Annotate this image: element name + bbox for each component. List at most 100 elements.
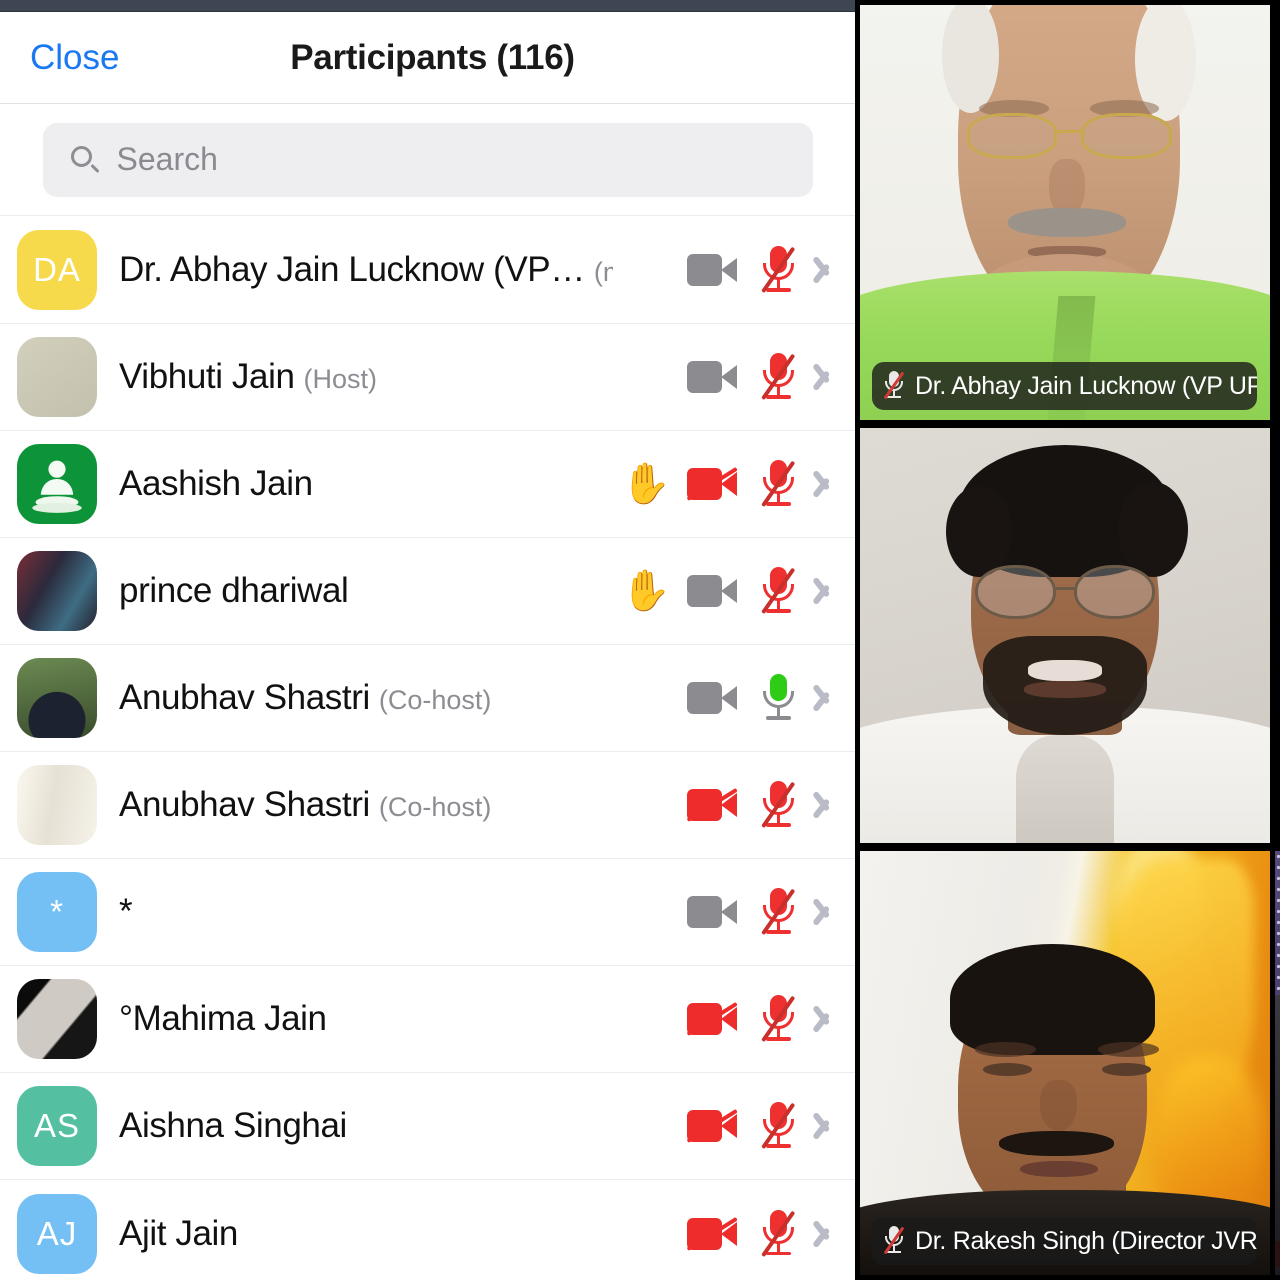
search-placeholder: Search — [116, 141, 218, 177]
camera-icon[interactable] — [687, 682, 737, 714]
mic-icon[interactable] — [758, 567, 798, 615]
mic-icon[interactable] — [758, 995, 798, 1043]
mic-slot[interactable] — [745, 995, 811, 1043]
zoom-meeting-screen: Close Participants (116) Search DA Dr. Ab… — [0, 0, 1280, 1280]
mic-icon[interactable] — [758, 888, 798, 936]
participant-name: prince dhariwal — [119, 571, 349, 610]
chevron-right-icon[interactable] — [817, 1215, 839, 1253]
search-bar-container: Search — [0, 104, 855, 216]
mic-icon[interactable] — [758, 1209, 798, 1258]
chevron-right-icon[interactable] — [817, 786, 839, 824]
mic-icon[interactable] — [758, 674, 798, 722]
mic-icon[interactable] — [758, 246, 798, 294]
mic-muted-icon — [882, 371, 906, 401]
mic-slot[interactable] — [745, 1102, 811, 1150]
mic-slot[interactable] — [745, 888, 811, 936]
chevron-right-icon[interactable] — [817, 1000, 839, 1038]
participant-row[interactable]: Anubhav Shastri (Co-host) — [0, 752, 855, 859]
video-feed — [1275, 851, 1280, 1275]
video-participant-name: Dr. Abhay Jain Lucknow (VP UP… — [915, 371, 1258, 400]
mic-slot[interactable] — [745, 353, 811, 401]
search-input[interactable]: Search — [42, 122, 813, 197]
participant-row[interactable]: AS Aishna Singhai — [0, 1073, 855, 1180]
participant-name-block: Vibhuti Jain (Host) — [119, 357, 613, 397]
camera-icon[interactable] — [686, 1108, 738, 1143]
mic-icon[interactable] — [758, 1102, 798, 1150]
camera-slot[interactable] — [679, 361, 745, 393]
row-icons — [613, 353, 855, 401]
chevron-right-icon[interactable] — [817, 893, 839, 931]
avatar-initials: DA — [33, 251, 81, 288]
participant-role: (Co-host) — [378, 792, 492, 822]
video-tile[interactable]: Dr. Abhay Jain Lucknow (VP UP… — [860, 5, 1270, 420]
participant-row[interactable]: DA Dr. Abhay Jain Lucknow (VP… (me) — [0, 217, 855, 324]
participant-name: Aashish Jain — [119, 464, 313, 503]
camera-slot[interactable] — [679, 1108, 745, 1143]
video-feed — [860, 5, 1270, 420]
participant-name: Aishna Singhai — [119, 1106, 347, 1145]
participant-name-block: Aishna Singhai — [119, 1106, 613, 1146]
chevron-right-icon[interactable] — [817, 1107, 839, 1145]
video-tile-partial[interactable] — [1275, 851, 1280, 1275]
participant-row[interactable]: AJ Ajit Jain — [0, 1180, 855, 1280]
camera-icon[interactable] — [686, 1001, 738, 1036]
participant-role: (Host) — [303, 364, 378, 394]
close-button[interactable]: Close — [30, 38, 119, 78]
camera-icon[interactable] — [687, 896, 737, 928]
camera-icon[interactable] — [687, 575, 737, 607]
participant-role: (me) — [593, 257, 613, 287]
row-icons — [613, 888, 855, 936]
participants-panel: Close Participants (116) Search DA Dr. Ab… — [0, 0, 855, 1280]
camera-icon[interactable] — [686, 787, 738, 822]
mic-slot[interactable] — [745, 781, 811, 829]
participant-name: °Mahima Jain — [119, 999, 327, 1038]
participant-row[interactable]: Aashish Jain ✋ — [0, 431, 855, 538]
mic-slot[interactable] — [745, 1209, 811, 1258]
camera-icon[interactable] — [687, 254, 737, 286]
mic-slot[interactable] — [745, 460, 811, 508]
avatar — [17, 765, 97, 845]
camera-slot[interactable] — [679, 1216, 745, 1251]
meditation-logo-icon — [32, 460, 82, 513]
chevron-right-icon[interactable] — [817, 251, 839, 289]
video-tile[interactable] — [860, 428, 1270, 843]
chevron-right-icon[interactable] — [817, 572, 839, 610]
mic-icon[interactable] — [758, 353, 798, 401]
chevron-right-icon[interactable] — [817, 679, 839, 717]
participant-row[interactable]: * * — [0, 859, 855, 966]
mic-slot[interactable] — [745, 567, 811, 615]
mic-slot[interactable] — [745, 674, 811, 722]
mic-muted-icon — [882, 1226, 906, 1256]
camera-slot[interactable] — [679, 787, 745, 822]
row-icons — [613, 246, 855, 294]
chevron-right-icon[interactable] — [817, 358, 839, 396]
camera-icon[interactable] — [687, 361, 737, 393]
page-title: Participants (116) — [290, 37, 575, 77]
participant-name-block: * — [119, 892, 613, 932]
camera-slot[interactable] — [679, 466, 745, 501]
avatar — [17, 979, 97, 1059]
video-name-badge: Dr. Rakesh Singh (Director JVRI) — [872, 1217, 1258, 1265]
participant-row[interactable]: prince dhariwal ✋ — [0, 538, 855, 645]
participant-row[interactable]: °Mahima Jain — [0, 966, 855, 1073]
mic-icon[interactable] — [758, 460, 798, 508]
participant-role: (Co-host) — [378, 685, 492, 715]
participant-row[interactable]: Vibhuti Jain (Host) — [0, 324, 855, 431]
participant-name: Vibhuti Jain — [119, 357, 295, 396]
participant-row[interactable]: Anubhav Shastri (Co-host) — [0, 645, 855, 752]
camera-slot[interactable] — [679, 896, 745, 928]
participant-name-block: Anubhav Shastri (Co-host) — [119, 678, 613, 718]
camera-slot[interactable] — [679, 682, 745, 714]
camera-icon[interactable] — [686, 466, 738, 501]
video-tile[interactable]: Dr. Rakesh Singh (Director JVRI) — [860, 851, 1270, 1275]
camera-icon[interactable] — [686, 1216, 738, 1251]
mic-icon[interactable] — [758, 781, 798, 829]
participants-list[interactable]: DA Dr. Abhay Jain Lucknow (VP… (me) Vibhuti… — [0, 217, 855, 1280]
participant-name: Dr. Abhay Jain Lucknow (VP… — [119, 250, 585, 289]
avatar — [17, 444, 97, 524]
camera-slot[interactable] — [679, 254, 745, 286]
camera-slot[interactable] — [679, 1001, 745, 1036]
chevron-right-icon[interactable] — [817, 465, 839, 503]
camera-slot[interactable] — [679, 575, 745, 607]
mic-slot[interactable] — [745, 246, 811, 294]
